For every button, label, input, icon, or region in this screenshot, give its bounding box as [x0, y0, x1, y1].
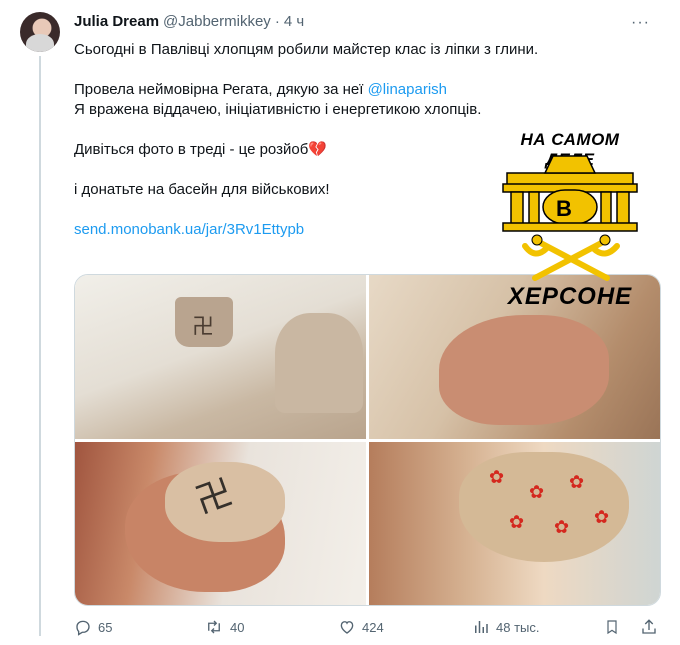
overlay-bottom-text: ХЕРСОНЕ: [507, 283, 633, 310]
tweet-time[interactable]: 4 ч: [284, 13, 304, 30]
clay-pot: [275, 313, 363, 413]
meme-overlay: НА САМОМ ДЕЛЕ В ХЕРСОНЕ: [495, 128, 645, 328]
views-icon: [475, 621, 488, 633]
reply-icon: [76, 620, 90, 636]
donation-link[interactable]: send.monobank.ua/jar/3Rv1Ettypb: [74, 221, 304, 238]
author-name[interactable]: Julia Dream: [74, 13, 159, 30]
hands-shape: [439, 315, 609, 425]
tweet-line-2-text: Провела неймовірна Регата, дякую за неї: [74, 81, 368, 98]
tweet-actions: 65 40 424 48 тыс.: [74, 618, 659, 642]
repost-icon: [208, 620, 220, 634]
tweet-line-4-text: Дивіться фото в треді - це розйоб: [74, 141, 309, 158]
clay-cup: 卍: [175, 297, 233, 347]
tweet-line-5: і донатьте на басейн для військових!: [74, 181, 330, 198]
painted-cup: ✿ ✿ ✿ ✿ ✿ ✿: [459, 452, 629, 562]
share-icon: [642, 619, 656, 634]
reply-button[interactable]: 65: [74, 618, 112, 636]
mention-link[interactable]: @linaparish: [368, 81, 447, 98]
clay-piece: 卍: [165, 462, 285, 542]
bookmark-icon: [607, 620, 617, 635]
more-options-icon[interactable]: ···: [631, 14, 650, 32]
like-count: 424: [362, 619, 384, 635]
thread-line: [39, 56, 41, 636]
views-count: 48 тыс.: [496, 619, 540, 635]
share-button[interactable]: [640, 618, 658, 636]
photo-painting-symbol[interactable]: 卍: [75, 442, 366, 605]
header-separator: ·: [274, 13, 280, 30]
author-avatar[interactable]: [20, 12, 60, 52]
tweet-line-1: Сьогодні в Павлівці хлопцям робили майст…: [74, 41, 539, 58]
like-button[interactable]: 424: [338, 618, 384, 636]
reply-count: 65: [98, 619, 113, 635]
repost-count: 40: [230, 619, 245, 635]
tweet-line-4: Дивіться фото в треді - це розйоб💔: [74, 140, 494, 160]
photo-clay-cup[interactable]: 卍: [75, 275, 366, 439]
tweet-line-3: Я вражена віддачею, ініціативністю і ене…: [74, 101, 482, 118]
broken-heart-emoji: 💔: [308, 141, 327, 158]
overlay-middle-letter: В: [556, 196, 572, 221]
author-handle[interactable]: @Jabbermikkey: [163, 13, 271, 30]
views-button[interactable]: 48 тыс.: [472, 618, 539, 636]
photo-painted-cup[interactable]: ✿ ✿ ✿ ✿ ✿ ✿: [369, 442, 660, 605]
tweet-line-2: Провела неймовірна Регата, дякую за неї …: [74, 80, 494, 100]
repost-button[interactable]: 40: [204, 618, 244, 636]
tweet-header: Julia Dream @Jabbermikkey · 4 ч: [74, 13, 304, 30]
bookmark-button[interactable]: [604, 618, 620, 636]
tweet-text: Сьогодні в Павлівці хлопцям робили майст…: [74, 40, 539, 240]
heart-icon: [340, 621, 354, 634]
